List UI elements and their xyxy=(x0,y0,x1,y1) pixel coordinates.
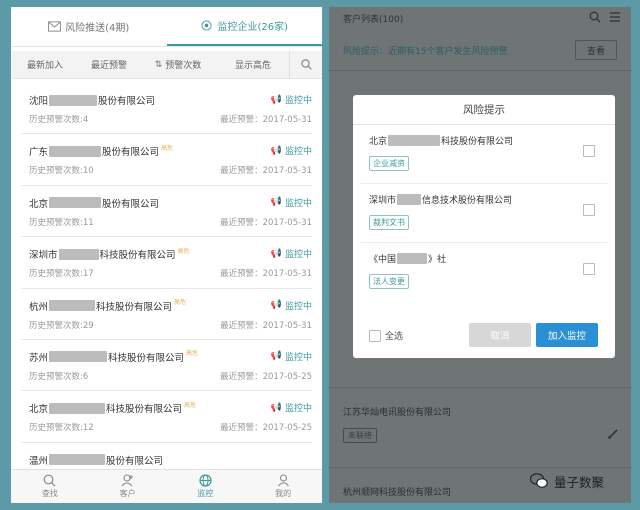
search-button[interactable] xyxy=(289,50,322,79)
list-item[interactable]: 苏州 科技股份有限公司 高危 历史预警次数:6 📢 监控中 最近预警：2017-05-… xyxy=(21,340,312,392)
sort-newest[interactable]: 最新加入 xyxy=(11,58,79,71)
monitoring-status: 📢 监控中 xyxy=(270,300,312,312)
dialog-item[interactable]: 深圳市 信息技术股份有限公司 裁判文书 xyxy=(361,184,607,243)
customer-name: 江苏华灿电讯股份有限公司 xyxy=(343,408,452,418)
view-button[interactable]: 查看 xyxy=(575,40,617,60)
customer-name: 杭州顺网科技股份有限公司 xyxy=(343,488,452,498)
list-item[interactable]: 深圳市 科技股份有限公司 高危 历史预警次数:17 📢 监控中 最近预警：2017-0… xyxy=(21,237,312,289)
bottom-nav: 查找 客户 监控 我的 xyxy=(11,469,322,503)
redacted-block xyxy=(49,351,108,363)
wechat-icon xyxy=(530,473,548,488)
megaphone-icon: 📢 xyxy=(270,300,282,311)
megaphone-icon: 📢 xyxy=(270,197,282,208)
nav-profile[interactable]: 我的 xyxy=(244,470,322,503)
mail-icon xyxy=(48,21,62,32)
menu-icon[interactable] xyxy=(609,11,621,23)
dialog-item[interactable]: 《中国 》社 法人变更 xyxy=(361,243,607,302)
risk-type-badge: 企业减资 xyxy=(369,156,409,171)
nav-customers[interactable]: 客户 xyxy=(89,470,167,503)
megaphone-icon: 📢 xyxy=(270,351,282,362)
select-all-checkbox[interactable] xyxy=(369,329,381,342)
top-tabs: 风险推送(4期) 监控企业(26家) xyxy=(11,7,322,47)
item-checkbox[interactable] xyxy=(583,263,595,275)
search-icon xyxy=(300,59,312,70)
sort-recent-warning[interactable]: 最近预警 xyxy=(79,58,139,71)
sort-arrows-icon: ⇅ xyxy=(154,59,163,70)
sort-warning-count[interactable]: ⇅ 预警次数 xyxy=(139,58,217,72)
company-list: 沈阳 股份有限公司 历史预警次数:4 📢 监控中 最近预警：2017-05-31 广… xyxy=(11,83,322,494)
monitoring-status: 📢 监控中 xyxy=(270,94,312,107)
list-item[interactable]: 广东 股份有限公司 高危 历史预警次数:10 📢 监控中 最近预警：2017-05-3… xyxy=(21,134,312,186)
redacted-block xyxy=(49,197,102,209)
search-icon xyxy=(43,474,56,487)
risk-alert-dialog: 风险提示 北京 科技股份有限公司 企业减资 深圳市 信息技术股份有限公司 裁判文书 … xyxy=(353,95,615,358)
watermark: 量子数聚 xyxy=(530,468,630,494)
phone-icon[interactable] xyxy=(607,428,619,440)
monitoring-status: 📢 监控中 xyxy=(270,145,312,158)
globe-icon xyxy=(199,474,212,487)
tab-monitored-companies[interactable]: 监控企业(26家) xyxy=(166,7,322,46)
item-checkbox[interactable] xyxy=(583,204,595,216)
monitoring-status: 📢 监控中 xyxy=(270,351,312,363)
customer-list-header: 客户列表(100) xyxy=(329,7,631,29)
profile-icon xyxy=(277,474,289,487)
select-all[interactable]: 全选 xyxy=(369,329,403,342)
item-checkbox[interactable] xyxy=(583,145,595,157)
status-badge: 未联络 xyxy=(343,428,377,443)
megaphone-icon: 📢 xyxy=(270,94,282,105)
dialog-title: 风险提示 xyxy=(353,95,615,125)
risk-type-badge: 法人变更 xyxy=(369,274,409,289)
list-item[interactable]: 北京 科技股份有限公司 高危 历史预警次数:12 📢 监控中 最近预警：2017-05… xyxy=(21,391,312,443)
cancel-button[interactable]: 取消 xyxy=(469,323,531,347)
monitoring-status: 📢 监控中 xyxy=(270,248,312,261)
megaphone-icon: 📢 xyxy=(270,402,282,413)
risk-type-badge: 裁判文书 xyxy=(369,215,409,230)
monitoring-status: 📢 监控中 xyxy=(270,197,312,209)
customer-list-screen: 客户列表(100) 风险提示：近期有15个客户发生风险预警 查看 江苏华灿电讯股… xyxy=(329,7,631,503)
dialog-footer: 全选 取消 加入监控 xyxy=(353,315,615,358)
megaphone-icon: 📢 xyxy=(270,145,282,156)
radar-icon xyxy=(201,20,213,31)
risk-warning-banner: 风险提示：近期有15个客户发生风险预警 查看 xyxy=(329,31,631,69)
list-item[interactable]: 杭州 科技股份有限公司 高危 历史预警次数:29 📢 监控中 最近预警：2017-05… xyxy=(21,289,312,340)
redacted-block xyxy=(49,454,106,466)
dialog-item[interactable]: 北京 科技股份有限公司 企业减资 xyxy=(361,125,607,184)
redacted-block xyxy=(49,402,106,414)
user-add-icon xyxy=(121,474,134,487)
tab-risk-push[interactable]: 风险推送(4期) xyxy=(11,7,167,46)
megaphone-icon: 📢 xyxy=(270,248,282,259)
redacted-block xyxy=(397,253,428,264)
redacted-block xyxy=(58,248,99,260)
redacted-block xyxy=(397,194,422,205)
monitoring-status: 📢 监控中 xyxy=(270,402,312,415)
redacted-block xyxy=(49,145,102,157)
tab-risk-push-label: 风险推送(4期) xyxy=(65,23,130,34)
nav-monitor[interactable]: 监控 xyxy=(167,470,245,503)
redacted-block xyxy=(388,135,441,146)
add-monitor-button[interactable]: 加入监控 xyxy=(536,323,598,347)
sort-bar: 最新加入 最近预警 ⇅ 预警次数 显示高危 xyxy=(11,50,322,79)
search-icon[interactable] xyxy=(589,11,601,23)
risk-monitor-screen: 风险推送(4期) 监控企业(26家) 最新加入 最近预警 ⇅ 预警次数 显示高危… xyxy=(11,7,322,503)
toggle-high-risk[interactable]: 显示高危 xyxy=(217,58,289,71)
tab-monitored-label: 监控企业(26家) xyxy=(217,22,289,33)
redacted-block xyxy=(49,300,96,312)
redacted-block xyxy=(49,94,98,106)
list-item[interactable]: 沈阳 股份有限公司 历史预警次数:4 📢 监控中 最近预警：2017-05-31 xyxy=(21,83,312,135)
list-item[interactable]: 北京 股份有限公司 历史预警次数:11 📢 监控中 最近预警：2017-05-31 xyxy=(21,186,312,238)
nav-search[interactable]: 查找 xyxy=(11,470,89,503)
